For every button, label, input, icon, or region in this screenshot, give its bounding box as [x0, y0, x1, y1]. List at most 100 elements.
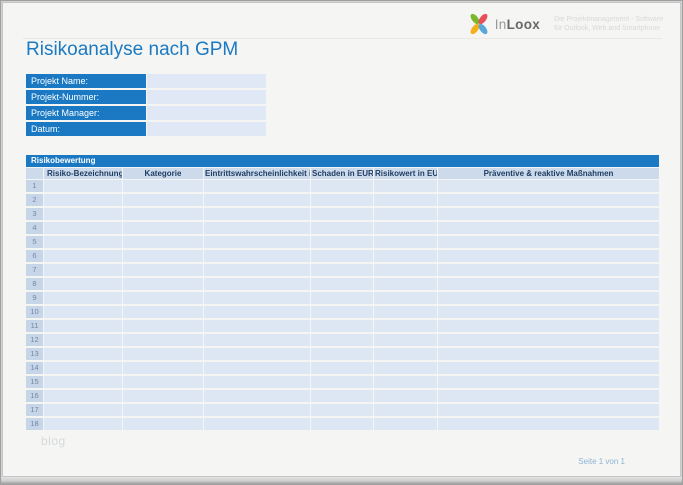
cell-category[interactable]: [123, 348, 204, 362]
cell-damage[interactable]: [311, 362, 374, 376]
cell-measures[interactable]: [438, 404, 659, 418]
cell-damage[interactable]: [311, 194, 374, 208]
cell-probability[interactable]: [204, 348, 311, 362]
cell-risk-value[interactable]: [374, 320, 438, 334]
cell-risk-name[interactable]: [44, 362, 123, 376]
cell-probability[interactable]: [204, 306, 311, 320]
cell-risk-name[interactable]: [44, 306, 123, 320]
cell-risk-name[interactable]: [44, 348, 123, 362]
cell-probability[interactable]: [204, 320, 311, 334]
cell-measures[interactable]: [438, 418, 659, 432]
cell-risk-name[interactable]: [44, 292, 123, 306]
cell-category[interactable]: [123, 222, 204, 236]
cell-risk-value[interactable]: [374, 236, 438, 250]
cell-category[interactable]: [123, 278, 204, 292]
cell-damage[interactable]: [311, 418, 374, 432]
cell-measures[interactable]: [438, 250, 659, 264]
cell-risk-value[interactable]: [374, 250, 438, 264]
cell-category[interactable]: [123, 306, 204, 320]
cell-risk-name[interactable]: [44, 194, 123, 208]
cell-probability[interactable]: [204, 404, 311, 418]
cell-category[interactable]: [123, 390, 204, 404]
cell-probability[interactable]: [204, 250, 311, 264]
cell-category[interactable]: [123, 180, 204, 194]
cell-measures[interactable]: [438, 334, 659, 348]
cell-damage[interactable]: [311, 334, 374, 348]
cell-probability[interactable]: [204, 222, 311, 236]
cell-category[interactable]: [123, 250, 204, 264]
cell-risk-value[interactable]: [374, 194, 438, 208]
cell-probability[interactable]: [204, 264, 311, 278]
cell-risk-value[interactable]: [374, 180, 438, 194]
cell-measures[interactable]: [438, 390, 659, 404]
cell-risk-value[interactable]: [374, 404, 438, 418]
cell-probability[interactable]: [204, 418, 311, 432]
cell-risk-value[interactable]: [374, 208, 438, 222]
cell-risk-name[interactable]: [44, 236, 123, 250]
cell-measures[interactable]: [438, 320, 659, 334]
cell-risk-value[interactable]: [374, 264, 438, 278]
cell-risk-value[interactable]: [374, 222, 438, 236]
cell-probability[interactable]: [204, 376, 311, 390]
cell-risk-name[interactable]: [44, 404, 123, 418]
cell-risk-value[interactable]: [374, 278, 438, 292]
cell-category[interactable]: [123, 236, 204, 250]
cell-probability[interactable]: [204, 236, 311, 250]
cell-measures[interactable]: [438, 376, 659, 390]
cell-damage[interactable]: [311, 376, 374, 390]
cell-probability[interactable]: [204, 180, 311, 194]
cell-damage[interactable]: [311, 292, 374, 306]
cell-damage[interactable]: [311, 180, 374, 194]
cell-damage[interactable]: [311, 348, 374, 362]
cell-damage[interactable]: [311, 390, 374, 404]
cell-damage[interactable]: [311, 404, 374, 418]
date-input[interactable]: [147, 122, 266, 136]
cell-damage[interactable]: [311, 208, 374, 222]
cell-risk-value[interactable]: [374, 348, 438, 362]
cell-risk-name[interactable]: [44, 222, 123, 236]
cell-probability[interactable]: [204, 292, 311, 306]
cell-damage[interactable]: [311, 222, 374, 236]
cell-measures[interactable]: [438, 194, 659, 208]
cell-risk-name[interactable]: [44, 320, 123, 334]
cell-risk-name[interactable]: [44, 334, 123, 348]
cell-damage[interactable]: [311, 320, 374, 334]
cell-damage[interactable]: [311, 264, 374, 278]
project-name-input[interactable]: [147, 74, 266, 88]
cell-category[interactable]: [123, 334, 204, 348]
cell-measures[interactable]: [438, 278, 659, 292]
cell-damage[interactable]: [311, 278, 374, 292]
cell-risk-value[interactable]: [374, 334, 438, 348]
cell-risk-value[interactable]: [374, 418, 438, 432]
cell-measures[interactable]: [438, 236, 659, 250]
cell-measures[interactable]: [438, 362, 659, 376]
cell-risk-name[interactable]: [44, 208, 123, 222]
cell-category[interactable]: [123, 376, 204, 390]
cell-category[interactable]: [123, 292, 204, 306]
cell-risk-name[interactable]: [44, 180, 123, 194]
project-manager-input[interactable]: [147, 106, 266, 120]
cell-category[interactable]: [123, 362, 204, 376]
cell-category[interactable]: [123, 264, 204, 278]
cell-risk-value[interactable]: [374, 376, 438, 390]
cell-risk-value[interactable]: [374, 390, 438, 404]
cell-measures[interactable]: [438, 264, 659, 278]
cell-risk-name[interactable]: [44, 250, 123, 264]
cell-risk-name[interactable]: [44, 418, 123, 432]
cell-risk-name[interactable]: [44, 264, 123, 278]
cell-risk-value[interactable]: [374, 362, 438, 376]
cell-risk-name[interactable]: [44, 278, 123, 292]
cell-risk-value[interactable]: [374, 306, 438, 320]
cell-measures[interactable]: [438, 208, 659, 222]
cell-category[interactable]: [123, 320, 204, 334]
cell-probability[interactable]: [204, 334, 311, 348]
cell-damage[interactable]: [311, 236, 374, 250]
cell-probability[interactable]: [204, 194, 311, 208]
cell-probability[interactable]: [204, 208, 311, 222]
cell-risk-value[interactable]: [374, 292, 438, 306]
cell-damage[interactable]: [311, 250, 374, 264]
cell-risk-name[interactable]: [44, 376, 123, 390]
cell-category[interactable]: [123, 404, 204, 418]
cell-measures[interactable]: [438, 292, 659, 306]
cell-measures[interactable]: [438, 348, 659, 362]
